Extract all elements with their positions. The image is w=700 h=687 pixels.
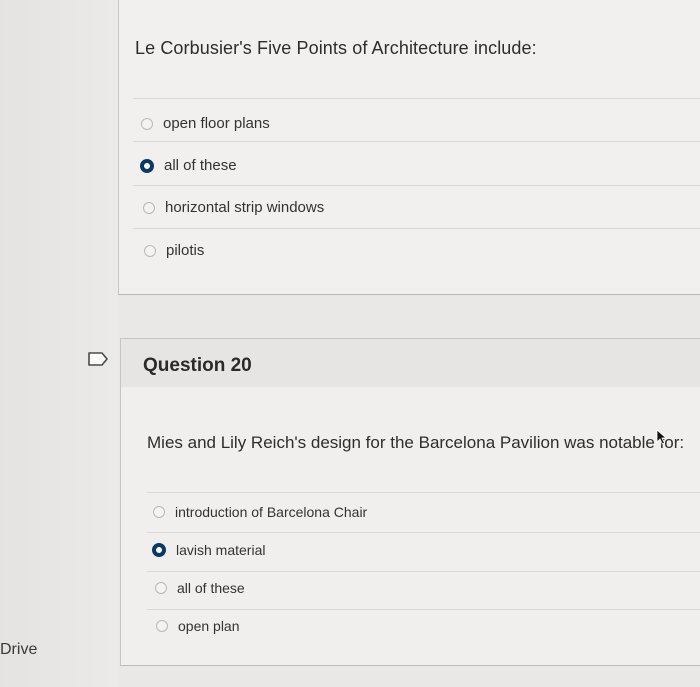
option-open-plan[interactable]: open plan xyxy=(156,618,240,634)
sidebar-drive-label[interactable]: Drive xyxy=(0,641,37,659)
divider xyxy=(147,532,700,533)
radio-button[interactable] xyxy=(156,620,168,632)
left-sidebar xyxy=(0,0,118,687)
radio-button[interactable] xyxy=(155,582,167,594)
divider xyxy=(147,492,700,493)
divider xyxy=(133,141,700,142)
radio-button-selected[interactable] xyxy=(140,158,154,173)
option-introduction-of-barcelona-chair[interactable]: introduction of Barcelona Chair xyxy=(153,504,367,520)
question-20-text: Mies and Lily Reich's design for the Bar… xyxy=(147,433,685,452)
question-19-text: Le Corbusier's Five Points of Architectu… xyxy=(135,38,537,58)
question-20-card: Mies and Lily Reich's design for the Bar… xyxy=(120,387,700,666)
radio-button[interactable] xyxy=(144,244,156,257)
divider xyxy=(133,228,700,229)
mouse-cursor-icon xyxy=(656,429,668,445)
question-19-card: Le Corbusier's Five Points of Architectu… xyxy=(118,0,700,295)
radio-button[interactable] xyxy=(153,506,165,518)
radio-button[interactable] xyxy=(141,117,153,130)
option-label: open floor plans xyxy=(163,115,270,132)
option-label: open plan xyxy=(178,618,240,634)
radio-button[interactable] xyxy=(143,201,155,214)
option-label: pilotis xyxy=(166,242,205,259)
option-label: lavish material xyxy=(176,542,266,558)
question-20-header: Question 20 xyxy=(120,338,700,388)
flag-icon[interactable] xyxy=(86,350,110,368)
option-horizontal-strip-windows[interactable]: horizontal strip windows xyxy=(143,199,324,216)
option-label: all of these xyxy=(164,157,237,174)
option-all-of-these[interactable]: all of these xyxy=(140,157,237,174)
divider xyxy=(147,609,700,610)
option-label: introduction of Barcelona Chair xyxy=(175,504,368,520)
option-all-of-these[interactable]: all of these xyxy=(155,580,245,596)
divider xyxy=(133,98,700,99)
option-label: all of these xyxy=(177,580,245,596)
option-lavish-material[interactable]: lavish material xyxy=(152,542,265,558)
question-20-title: Question 20 xyxy=(143,355,252,376)
option-open-floor-plans[interactable]: open floor plans xyxy=(141,115,270,132)
radio-button-selected[interactable] xyxy=(152,543,166,557)
divider xyxy=(133,185,700,186)
divider xyxy=(147,571,700,572)
option-label: horizontal strip windows xyxy=(165,199,325,216)
option-pilotis[interactable]: pilotis xyxy=(144,242,204,259)
